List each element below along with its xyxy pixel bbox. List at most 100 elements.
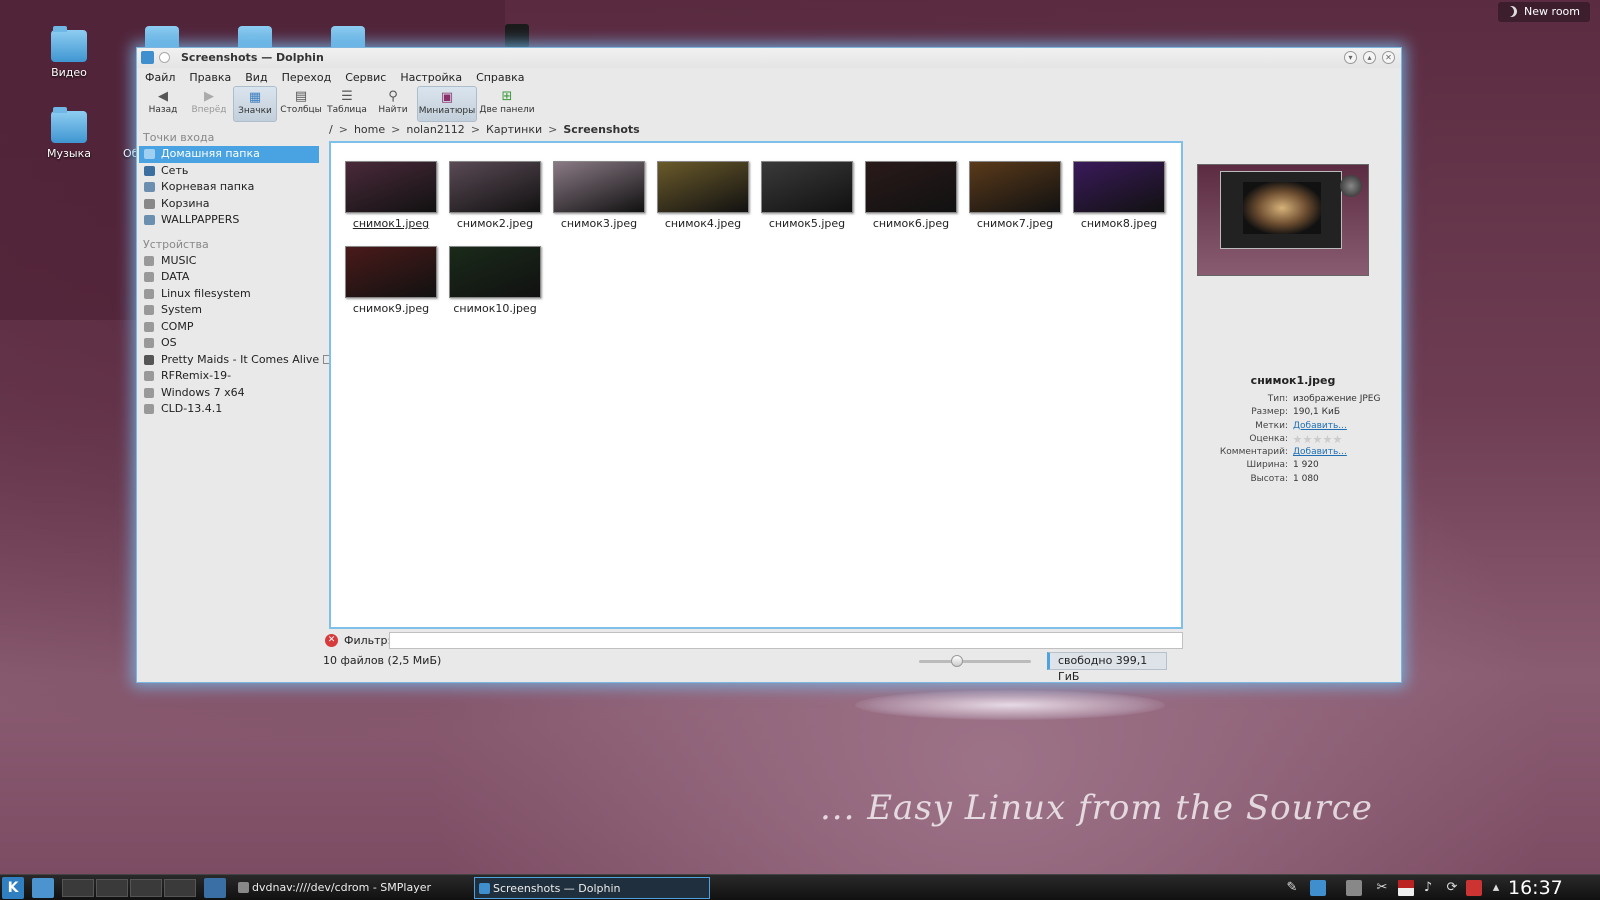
file-thumbnail[interactable]: [553, 161, 645, 213]
file-thumbnail[interactable]: [969, 161, 1061, 213]
menu-help[interactable]: Справка: [476, 71, 524, 84]
file-name[interactable]: снимок7.jpeg: [963, 217, 1067, 230]
file-name[interactable]: снимок10.jpeg: [443, 302, 547, 315]
file-thumbnail[interactable]: [865, 161, 957, 213]
file-view[interactable]: снимок1.jpeg снимок2.jpeg снимок3.jpeg сним…: [329, 141, 1183, 629]
zoom-slider[interactable]: [919, 655, 1031, 667]
breadcrumb-item[interactable]: Картинки: [486, 123, 542, 136]
file-name[interactable]: снимок8.jpeg: [1067, 217, 1171, 230]
menu-settings[interactable]: Настройка: [400, 71, 462, 84]
breadcrumb-current[interactable]: Screenshots: [563, 123, 639, 136]
desktop-icon-music[interactable]: Музыка: [34, 107, 104, 160]
star-icon[interactable]: [1333, 434, 1342, 444]
file-thumbnail[interactable]: [345, 161, 437, 213]
chevron-up-icon[interactable]: ▴: [1488, 880, 1504, 896]
rating-stars[interactable]: [1293, 434, 1342, 447]
desktop-device-icon[interactable]: [505, 24, 529, 48]
minimize-button[interactable]: ▾: [1344, 51, 1357, 64]
file-name[interactable]: снимок1.jpeg: [339, 217, 443, 230]
folder-icon[interactable]: [238, 26, 272, 48]
star-icon[interactable]: [1303, 434, 1312, 444]
breadcrumb-root[interactable]: /: [329, 123, 333, 136]
device-item[interactable]: DATA: [139, 269, 319, 286]
device-item[interactable]: CLD-13.4.1: [139, 401, 319, 418]
virtual-desktop-3[interactable]: [130, 879, 162, 897]
split-view-button[interactable]: ⊞ Две панели: [479, 86, 535, 122]
thumbnails-button[interactable]: ▣ Миниатюры: [417, 86, 477, 122]
device-item[interactable]: OS: [139, 335, 319, 352]
sidebar-item-trash[interactable]: Корзина: [139, 196, 319, 213]
file-item[interactable]: снимок6.jpeg: [859, 161, 963, 230]
sidebar-item-network[interactable]: Сеть: [139, 163, 319, 180]
sidebar-item-wallpappers[interactable]: WALLPAPPERS: [139, 212, 319, 229]
file-manager-launcher-icon[interactable]: [32, 878, 54, 898]
details-view-button[interactable]: ☰ Таблица: [325, 86, 369, 122]
tools-icon[interactable]: ✎: [1284, 880, 1300, 896]
close-filter-icon[interactable]: ✕: [325, 634, 338, 647]
breadcrumb-item[interactable]: home: [354, 123, 385, 136]
clock[interactable]: 16:37: [1508, 876, 1563, 900]
pin-icon[interactable]: [159, 52, 170, 63]
menu-edit[interactable]: Правка: [189, 71, 231, 84]
file-item[interactable]: снимок7.jpeg: [963, 161, 1067, 230]
file-name[interactable]: снимок4.jpeg: [651, 217, 755, 230]
file-item[interactable]: снимок8.jpeg: [1067, 161, 1171, 230]
device-item[interactable]: Windows 7 x64: [139, 385, 319, 402]
keyboard-layout-flag-icon[interactable]: [1398, 880, 1414, 896]
file-item[interactable]: снимок1.jpeg: [339, 161, 443, 230]
columns-view-button[interactable]: ▤ Столбцы: [279, 86, 323, 122]
star-icon[interactable]: [1293, 434, 1302, 444]
file-item[interactable]: снимок2.jpeg: [443, 161, 547, 230]
scissors-icon[interactable]: ✂: [1374, 880, 1390, 896]
window-launcher-icon[interactable]: [204, 878, 226, 898]
file-item[interactable]: снимок3.jpeg: [547, 161, 651, 230]
file-item[interactable]: снимок5.jpeg: [755, 161, 859, 230]
desktop-icon-video[interactable]: Видео: [34, 26, 104, 79]
titlebar[interactable]: Screenshots — Dolphin ▾ ▴ ✕: [137, 48, 1401, 68]
device-item[interactable]: COMP: [139, 319, 319, 336]
add-tags-link[interactable]: Добавить...: [1293, 421, 1347, 434]
device-item[interactable]: System: [139, 302, 319, 319]
zoom-slider-handle[interactable]: [951, 655, 963, 667]
file-name[interactable]: снимок9.jpeg: [339, 302, 443, 315]
find-button[interactable]: ⚲ Найти: [371, 86, 415, 122]
menu-view[interactable]: Вид: [245, 71, 267, 84]
virtual-desktop-1[interactable]: [62, 879, 94, 897]
star-icon[interactable]: [1323, 434, 1332, 444]
task-smplayer[interactable]: dvdnav:////dev/cdrom - SMPlayer: [234, 877, 470, 899]
file-item[interactable]: снимок4.jpeg: [651, 161, 755, 230]
maximize-button[interactable]: ▴: [1363, 51, 1376, 64]
star-icon[interactable]: [1313, 434, 1322, 444]
chevron-right-icon[interactable]: >: [548, 123, 557, 136]
task-dolphin[interactable]: Screenshots — Dolphin: [474, 877, 710, 899]
file-name[interactable]: снимок6.jpeg: [859, 217, 963, 230]
file-thumbnail[interactable]: [1073, 161, 1165, 213]
new-room-button[interactable]: New room: [1498, 2, 1590, 22]
menu-tools[interactable]: Сервис: [345, 71, 386, 84]
chevron-right-icon[interactable]: >: [339, 123, 348, 136]
icons-view-button[interactable]: ▦ Значки: [233, 86, 277, 122]
device-item[interactable]: RFRemix-19-: [139, 368, 319, 385]
network-tray-icon[interactable]: [1310, 880, 1326, 896]
device-item[interactable]: Linux filesystem: [139, 286, 319, 303]
file-thumbnail[interactable]: [345, 246, 437, 298]
file-item[interactable]: снимок9.jpeg: [339, 246, 443, 315]
forward-button[interactable]: ▶ Вперёд: [187, 86, 231, 122]
device-item[interactable]: Pretty Maids - It Comes Alive: [139, 352, 334, 369]
dolphin-app-icon[interactable]: [141, 51, 154, 64]
menu-go[interactable]: Переход: [282, 71, 332, 84]
file-thumbnail[interactable]: [761, 161, 853, 213]
chevron-right-icon[interactable]: >: [391, 123, 400, 136]
file-thumbnail[interactable]: [657, 161, 749, 213]
virtual-desktop-4[interactable]: [164, 879, 196, 897]
sidebar-item-root[interactable]: Корневая папка: [139, 179, 319, 196]
file-name[interactable]: снимок5.jpeg: [755, 217, 859, 230]
kde-menu-button[interactable]: K: [2, 877, 24, 899]
file-name[interactable]: снимок3.jpeg: [547, 217, 651, 230]
close-button[interactable]: ✕: [1382, 51, 1395, 64]
folder-icon[interactable]: [331, 26, 365, 48]
network-manager-icon[interactable]: ⟳: [1444, 880, 1460, 896]
sidebar-item-home[interactable]: Домашняя папка: [139, 146, 319, 163]
virtual-desktop-2[interactable]: [96, 879, 128, 897]
file-thumbnail[interactable]: [449, 246, 541, 298]
